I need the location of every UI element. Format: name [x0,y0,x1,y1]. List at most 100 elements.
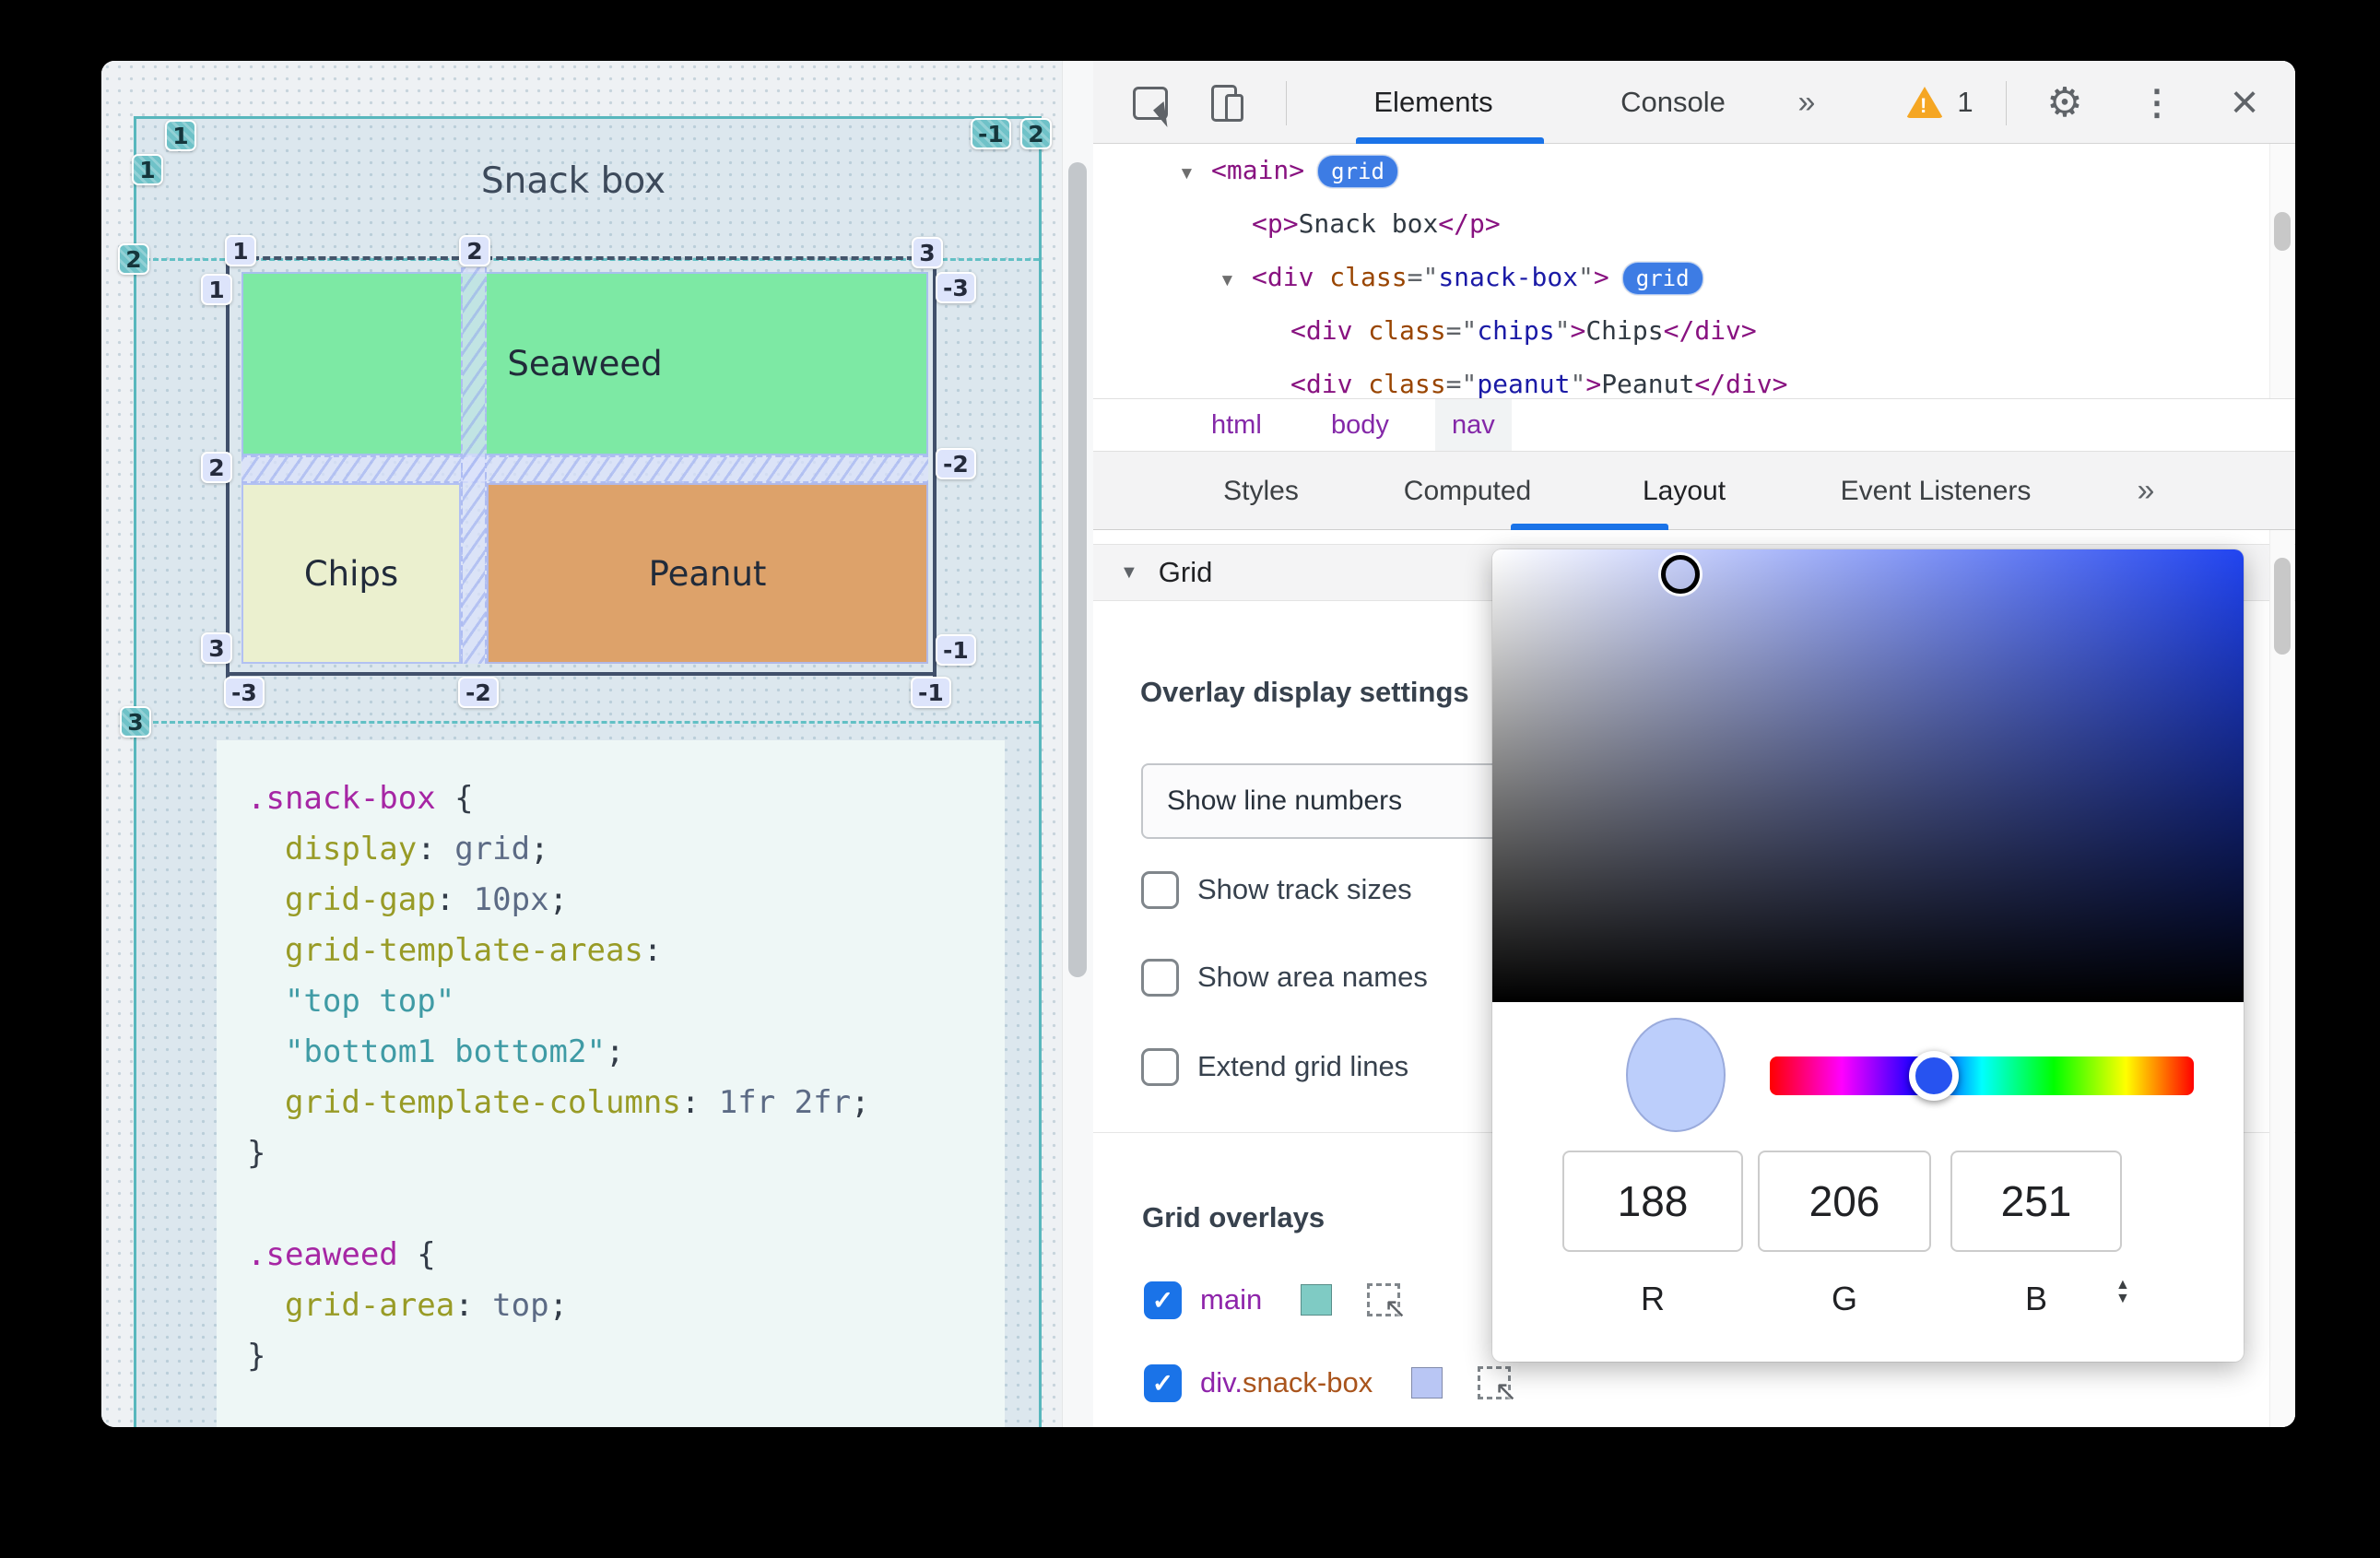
blue-value-input[interactable]: 251 [1950,1151,2122,1252]
code-token: .snack-box [247,780,436,817]
tab-layout[interactable]: Layout [1643,452,1726,530]
checkbox-unchecked[interactable] [1141,870,1179,909]
code-token: grid-gap [284,881,436,918]
close-devtools-icon[interactable]: × [2217,61,2272,144]
code-token: > [1585,369,1602,398]
grid-line-badge: 2 [459,235,490,266]
tab-elements[interactable]: Elements [1341,61,1526,144]
page-scrollbar-thumb[interactable] [1068,162,1087,977]
code-token: " [1570,369,1586,398]
code-token: </div> [1663,315,1757,346]
grid-badge[interactable]: grid [1317,155,1398,188]
tree-row[interactable]: <p>Snack box</p> [1093,197,2269,251]
green-value-input[interactable]: 206 [1758,1151,1931,1252]
grid-column-gap-overlay [461,267,487,664]
tree-row[interactable]: <div class="peanut">Peanut</div> [1093,358,2269,398]
hue-slider[interactable] [1770,1056,2194,1095]
code-token: Snack box [1298,208,1439,239]
expand-arrow-icon[interactable]: ▼ [1219,254,1252,308]
tree-row[interactable]: ▼ <main> grid [1093,144,2269,197]
code-token: <div [1290,315,1353,346]
code-token: " [1578,262,1594,292]
red-value-input[interactable]: 188 [1562,1151,1743,1252]
code-token: : [680,1084,719,1121]
show-overlay-icon[interactable]: ↖ [1367,1283,1407,1324]
code-token: grid-template-columns [284,1084,681,1121]
checkbox-label: Extend grid lines [1197,1050,1409,1082]
elements-scrollbar[interactable] [2269,144,2294,398]
grid-line-badge: 2 [1020,118,1052,149]
show-overlay-icon[interactable]: ↖ [1478,1366,1517,1407]
elements-tree[interactable]: ▼ <main> grid <p>Snack box</p> ▼ <div class="… [1093,144,2269,398]
tree-row[interactable]: ▼ <div class="snack-box"> grid [1093,251,2269,304]
snack-grid-top-line [230,256,937,260]
tree-row[interactable]: <div class="chips">Chips</div> [1093,304,2269,358]
css-code-line [247,1179,1005,1230]
elements-scrollbar-thumb[interactable] [2274,212,2291,251]
breadcrumb-item-html[interactable]: html [1195,399,1278,451]
tab-computed[interactable]: Computed [1404,452,1531,530]
code-token: display [284,831,418,868]
expand-arrow-icon[interactable]: ▼ [1178,148,1211,201]
hue-slider-knob[interactable] [1909,1051,1959,1101]
checkbox-checked[interactable]: ✓ [1144,1281,1182,1319]
tab-styles[interactable]: Styles [1223,452,1299,530]
code-token: peanut [1477,369,1571,398]
main-grid-line-right [1039,116,1042,1427]
warning-count[interactable]: 1 [1947,61,1984,144]
layout-pane-scrollbar[interactable] [2269,530,2294,1427]
green-label: G [1831,1280,1857,1317]
css-code-line: .seaweed { [247,1230,1005,1281]
more-tabs-icon[interactable]: » [2138,452,2155,530]
grid-line-badge: 1 [201,274,232,305]
code-token: snack-box [1438,262,1579,292]
css-code-line: } [247,1128,1005,1179]
grid-line-badge: -3 [224,677,265,708]
grid-line-badge: 3 [120,706,151,738]
checkbox-row: Show area names [1141,957,1428,997]
overlay-color-swatch[interactable] [1301,1284,1333,1316]
checkbox-unchecked[interactable] [1141,958,1179,997]
color-picker-popup: 188 206 251 R G B ▲ ▼ [1492,549,2244,1362]
code-token: 10px [473,881,549,918]
device-toolbar-icon[interactable] [1211,85,1243,122]
page-scrollbar[interactable] [1062,61,1093,1427]
code-token: top [492,1287,549,1324]
tab-event-listeners[interactable]: Event Listeners [1841,452,2032,530]
breadcrumb-item-body[interactable]: body [1314,399,1406,451]
breadcrumb-item-nav[interactable]: nav [1435,399,1512,451]
snack-grid-bottom-line [226,672,937,676]
code-token: : [642,932,663,969]
color-format-switcher-icon[interactable]: ▲ ▼ [2115,1278,2130,1306]
code-token: "bottom1 bottom2" [284,1033,606,1070]
warning-icon[interactable]: ! [1906,61,1943,144]
code-token: Peanut [1601,369,1695,398]
code-token: =" [1445,369,1478,398]
current-color-swatch [1626,1018,1726,1132]
settings-gear-icon[interactable]: ⚙ [2037,61,2092,144]
arrow-icon: ↖ [1494,1376,1518,1407]
checkbox-unchecked[interactable] [1141,1047,1179,1086]
code-token: class [1329,262,1408,292]
css-code-line: grid-gap: 10px; [247,875,1005,926]
breadcrumb: html body nav [1093,398,2295,452]
more-tabs-icon[interactable]: » [1761,61,1853,144]
inspect-element-icon[interactable] [1133,87,1178,128]
screenshot-stage: Snack box Seaweed Chips Peanut 1 1 2 3 -… [0,0,2380,1558]
code-token: Chips [1585,315,1664,346]
layout-scrollbar-thumb[interactable] [2274,558,2291,655]
grid-badge[interactable]: grid [1621,262,1703,295]
kebab-menu-icon[interactable]: ⋮ [2129,61,2185,144]
overlay-color-swatch[interactable] [1411,1367,1443,1399]
grid-overlays-label: Grid overlays [1142,1201,1325,1233]
checkbox-label: Show track sizes [1197,873,1412,905]
saturation-brightness-gradient[interactable] [1492,549,2244,1002]
grid-line-badge: 3 [201,632,232,664]
tab-console[interactable]: Console [1581,61,1765,144]
color-selector-ring[interactable] [1661,555,1700,594]
checkbox-checked[interactable]: ✓ [1144,1363,1182,1402]
css-code-line: grid-template-areas: [247,926,1005,976]
